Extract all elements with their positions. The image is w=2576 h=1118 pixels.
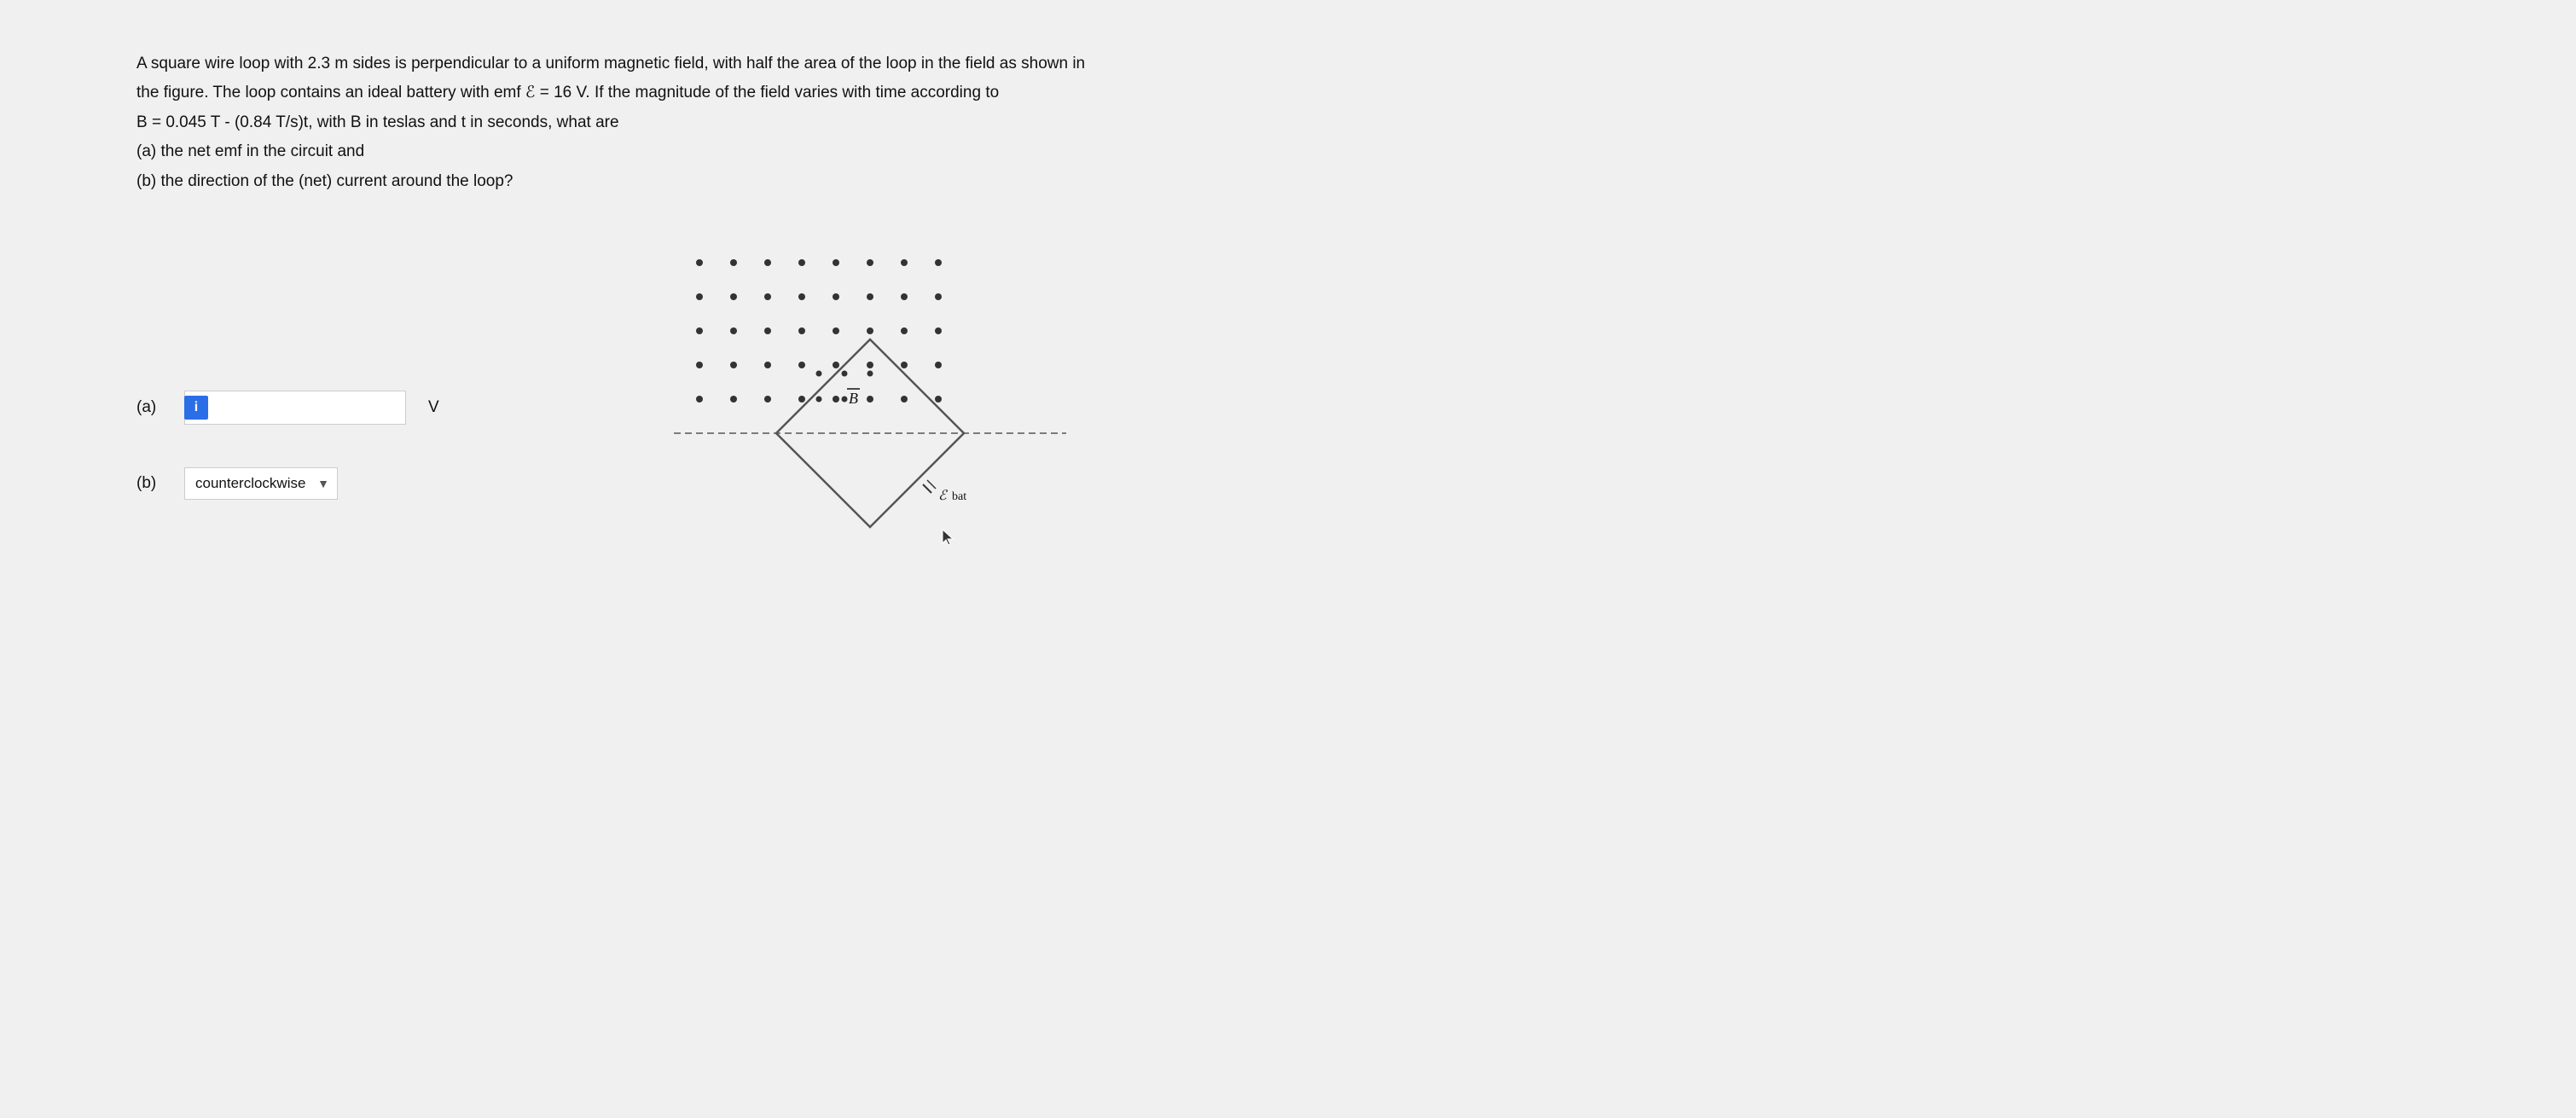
problem-line-5: (b) the direction of the (net) current a… — [136, 169, 1160, 194]
diagram-area: B ℰ bat — [648, 237, 1092, 595]
input-wrapper-a: i — [184, 391, 406, 425]
physics-diagram: B ℰ bat — [648, 237, 1092, 595]
problem-line-3: B = 0.045 T - (0.84 T/s)t, with B in tes… — [136, 110, 1160, 136]
problem-line-4: (a) the net emf in the circuit and — [136, 139, 1160, 165]
battery-subscript: bat — [952, 490, 966, 503]
problem-line-2: the figure. The loop contains an ideal b… — [136, 80, 1160, 106]
b-field-label: B — [849, 390, 858, 407]
label-a: (a) — [136, 398, 171, 417]
select-wrapper-b[interactable]: clockwise counterclockwise ▼ — [184, 467, 338, 500]
info-badge: i — [184, 396, 208, 420]
page-container: A square wire loop with 2.3 m sides is p… — [0, 0, 2576, 1118]
answer-input-a[interactable] — [184, 391, 406, 425]
battery-label: ℰ — [938, 489, 949, 503]
unit-label-a: V — [428, 398, 439, 417]
problem-line-1: A square wire loop with 2.3 m sides is p… — [136, 51, 1160, 77]
answer-row-b: (b) clockwise counterclockwise ▼ — [136, 467, 478, 500]
problem-text: A square wire loop with 2.3 m sides is p… — [136, 51, 1160, 194]
answer-row-a: (a) i V — [136, 391, 478, 425]
answers-column: (a) i V (b) clockwise counterclockwise ▼ — [136, 391, 478, 500]
content-area: (a) i V (b) clockwise counterclockwise ▼ — [136, 220, 2457, 595]
label-b: (b) — [136, 474, 171, 493]
direction-select[interactable]: clockwise counterclockwise — [184, 467, 338, 500]
